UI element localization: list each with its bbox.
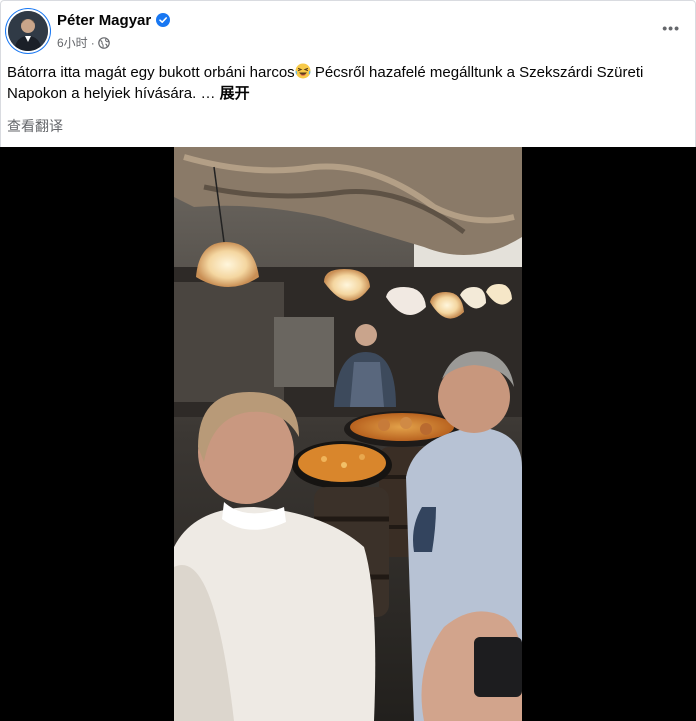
video-player[interactable]	[0, 147, 696, 721]
meta-separator: ·	[90, 35, 95, 50]
video-frame-image	[174, 147, 522, 721]
see-translation-link[interactable]: 查看翻译	[7, 116, 63, 136]
laughing-emoji-icon	[295, 63, 311, 79]
avatar[interactable]	[8, 11, 48, 51]
post-header: Péter Magyar 6小时 · •••	[0, 0, 696, 60]
post-timestamp[interactable]: 6小时	[57, 34, 88, 51]
verified-badge-icon	[156, 13, 170, 27]
expand-link[interactable]: 展开	[220, 85, 250, 102]
post-text: Bátorra itta magát egy bukott orbáni har…	[7, 62, 677, 104]
author-name[interactable]: Péter Magyar	[57, 12, 151, 29]
more-options-icon[interactable]: •••	[662, 20, 680, 36]
post-meta: 6小时 ·	[57, 34, 110, 51]
post-text-part1: Bátorra itta magát egy bukott orbáni har…	[7, 64, 295, 81]
globe-icon[interactable]	[97, 36, 110, 49]
